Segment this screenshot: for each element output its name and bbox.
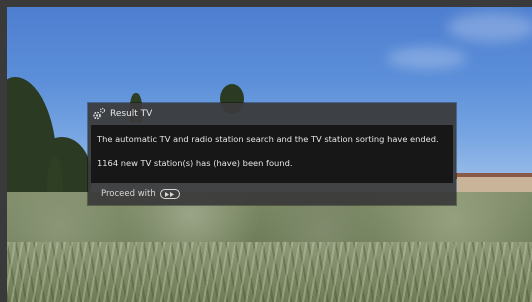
proceed-hint[interactable]: Proceed with — [101, 189, 180, 199]
proceed-label: Proceed with — [101, 189, 156, 199]
grass — [7, 242, 532, 302]
dialog-title: Result TV — [110, 108, 153, 119]
dialog-header: Result TV — [88, 103, 456, 124]
dialog-body: The automatic TV and radio station searc… — [91, 125, 453, 183]
search-complete-message: The automatic TV and radio station searc… — [97, 134, 439, 144]
ok-key-icon — [159, 189, 180, 199]
stations-found-message: 1164 new TV station(s) has (have) been f… — [97, 158, 293, 168]
gear-icon — [93, 107, 106, 119]
result-tv-dialog: Result TV The automatic TV and radio sta… — [88, 103, 456, 205]
cloud — [447, 12, 532, 42]
cloud — [387, 47, 467, 69]
